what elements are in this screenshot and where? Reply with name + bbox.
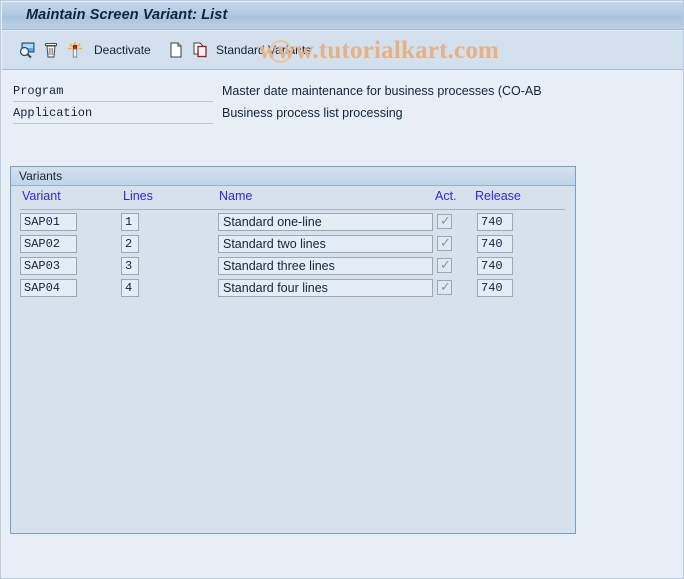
trash-icon (42, 41, 60, 59)
variant-field[interactable]: SAP04 (20, 279, 77, 297)
table-row: SAP03 3 Standard three lines ✓ 740 (11, 257, 575, 279)
name-field[interactable]: Standard one-line (218, 213, 433, 231)
act-checkbox[interactable]: ✓ (437, 258, 452, 273)
window-titlebar: Maintain Screen Variant: List (2, 2, 683, 30)
name-field[interactable]: Standard two lines (218, 235, 433, 253)
check-icon: ✓ (440, 235, 451, 250)
display-button[interactable] (18, 31, 36, 69)
act-checkbox[interactable]: ✓ (437, 280, 452, 295)
release-field[interactable]: 740 (477, 279, 513, 297)
lines-field[interactable]: 4 (121, 279, 139, 297)
release-field[interactable]: 740 (477, 235, 513, 253)
column-header-act[interactable]: Act. (435, 189, 457, 203)
sap-window: Maintain Screen Variant: List Deactivate… (0, 0, 684, 579)
name-field[interactable]: Standard four lines (218, 279, 433, 297)
act-checkbox[interactable]: ✓ (437, 214, 452, 229)
check-icon: ✓ (440, 213, 451, 228)
variant-field[interactable]: SAP01 (20, 213, 77, 231)
standard-variants-label: Standard Variants (216, 43, 312, 57)
program-label: Program (13, 84, 213, 102)
variants-panel: Variants Variant Lines Name Act. Release… (10, 166, 576, 534)
program-value: Master date maintenance for business pro… (222, 84, 542, 98)
application-toolbar: Deactivate Standard Variants (2, 31, 683, 70)
copy-page-icon (191, 41, 209, 59)
copy-button[interactable] (191, 31, 209, 69)
spark-activate-icon (66, 41, 84, 59)
lines-field[interactable]: 1 (121, 213, 139, 231)
table-row: SAP01 1 Standard one-line ✓ 740 (11, 213, 575, 235)
page-title: Maintain Screen Variant: List (26, 7, 228, 23)
check-icon: ✓ (440, 257, 451, 272)
info-row-application: Application Business process list proces… (1, 106, 683, 128)
act-checkbox[interactable]: ✓ (437, 236, 452, 251)
magnifier-display-icon (18, 41, 36, 59)
standard-variants-button[interactable]: Standard Variants (216, 31, 311, 69)
lines-field[interactable]: 2 (121, 235, 139, 253)
table-header-divider (20, 209, 565, 210)
application-label: Application (13, 106, 213, 124)
variants-panel-header: Variants (11, 167, 575, 186)
activate-button[interactable] (66, 31, 84, 69)
column-header-variant[interactable]: Variant (22, 189, 61, 203)
column-header-release[interactable]: Release (475, 189, 521, 203)
create-button[interactable] (167, 31, 185, 69)
column-header-name[interactable]: Name (219, 189, 252, 203)
column-header-lines[interactable]: Lines (123, 189, 153, 203)
table-row: SAP04 4 Standard four lines ✓ 740 (11, 279, 575, 301)
info-row-program: Program Master date maintenance for busi… (1, 84, 683, 106)
deactivate-button[interactable]: Deactivate (94, 31, 151, 69)
application-value: Business process list processing (222, 106, 403, 120)
release-field[interactable]: 740 (477, 213, 513, 231)
name-field[interactable]: Standard three lines (218, 257, 433, 275)
check-icon: ✓ (440, 279, 451, 294)
variants-panel-title: Variants (19, 169, 63, 183)
variants-table-header: Variant Lines Name Act. Release (11, 189, 575, 211)
blank-page-icon (167, 41, 185, 59)
delete-button[interactable] (42, 31, 60, 69)
table-row: SAP02 2 Standard two lines ✓ 740 (11, 235, 575, 257)
variant-field[interactable]: SAP02 (20, 235, 77, 253)
lines-field[interactable]: 3 (121, 257, 139, 275)
deactivate-label: Deactivate (94, 43, 151, 57)
release-field[interactable]: 740 (477, 257, 513, 275)
variant-field[interactable]: SAP03 (20, 257, 77, 275)
